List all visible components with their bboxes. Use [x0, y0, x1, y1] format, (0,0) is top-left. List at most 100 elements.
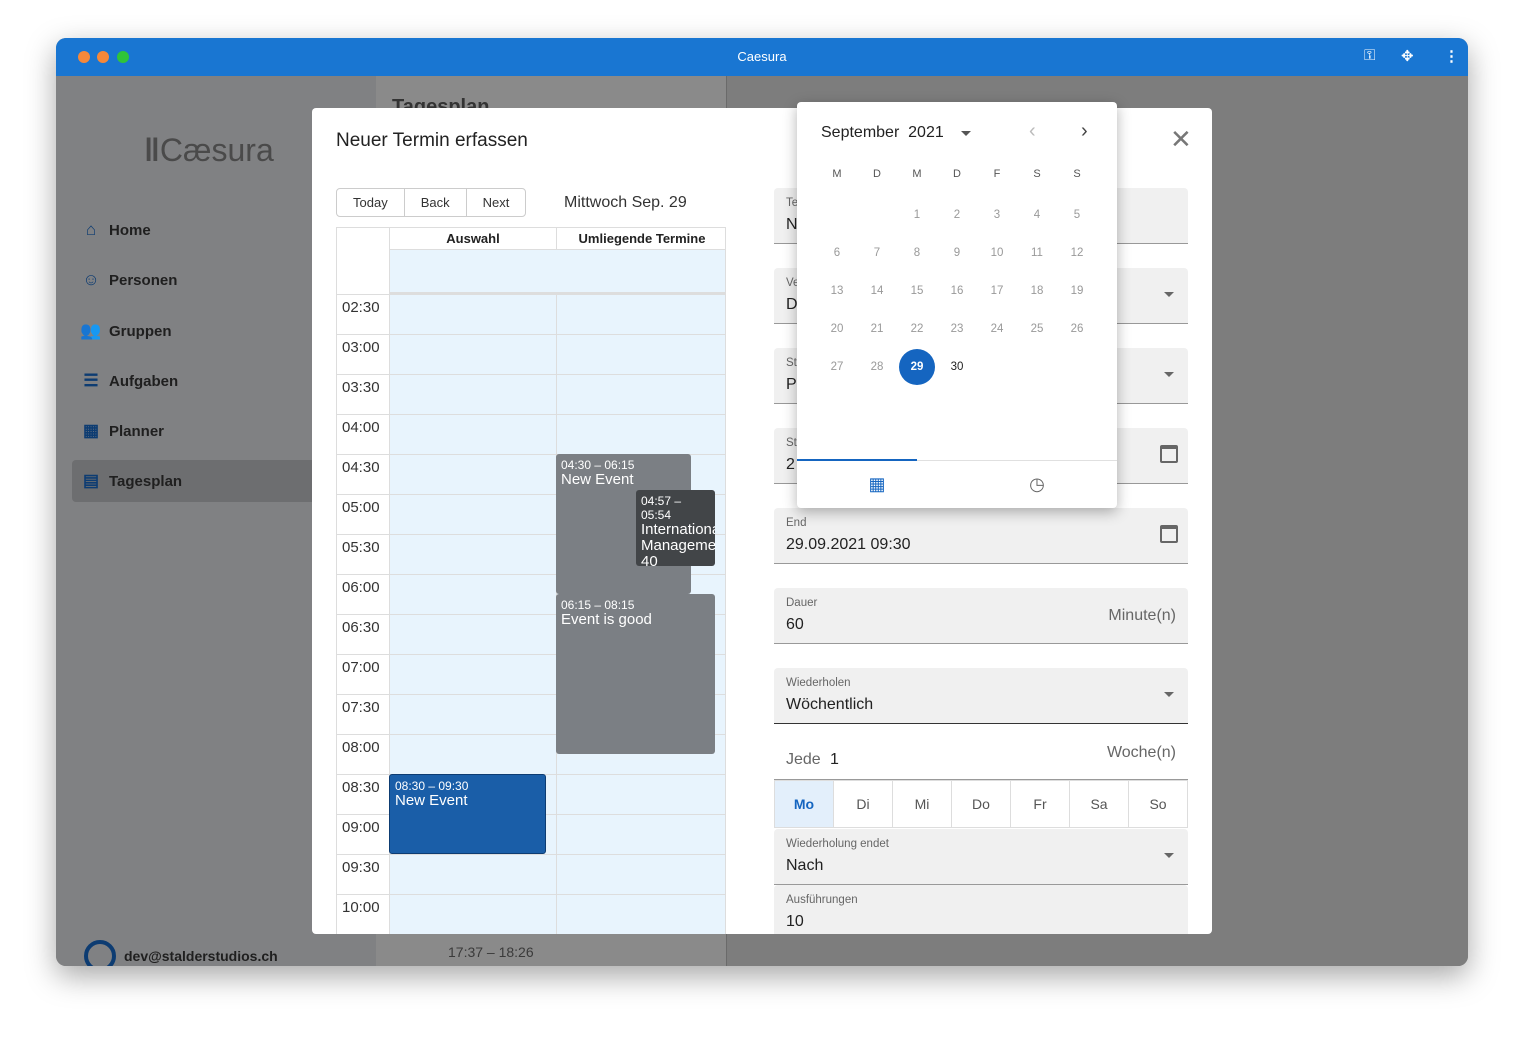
weekday-toggle-fr[interactable]: Fr	[1011, 781, 1070, 827]
calendar-icon[interactable]	[1160, 525, 1178, 543]
weekday-toggle-mi[interactable]: Mi	[893, 781, 952, 827]
field-value: Wöchentlich	[786, 696, 874, 713]
jede-field[interactable]: Jede 1 Woche(n)	[774, 725, 1188, 780]
calendar-event[interactable]: 08:30 – 09:30 New Event	[389, 774, 546, 854]
day-cell[interactable]: 3	[979, 197, 1015, 233]
event-time: 04:30 – 06:15	[561, 458, 635, 472]
field-label: Wiederholung endet	[786, 838, 889, 850]
slot-auswahl[interactable]	[389, 735, 556, 775]
more-vert-icon[interactable]: ⋮	[1444, 47, 1459, 65]
day-cell[interactable]: 8	[899, 235, 935, 271]
event-name: New Event	[395, 792, 468, 809]
day-cell[interactable]: 15	[899, 273, 935, 309]
slot-auswahl[interactable]	[389, 895, 556, 934]
all-day-row[interactable]	[389, 250, 725, 294]
sidebar-item-label: Personen	[109, 271, 178, 289]
weekday-toggle-sa[interactable]: Sa	[1070, 781, 1129, 827]
end-field[interactable]: End 29.09.2021 09:30	[774, 508, 1188, 564]
close-icon[interactable]: ✕	[1170, 124, 1192, 155]
list-icon: ▤	[82, 471, 100, 490]
time-label: 09:00	[342, 819, 380, 836]
slot-umliegende[interactable]	[556, 775, 725, 815]
time-label: 03:00	[342, 339, 380, 356]
day-cell[interactable]: 30	[939, 349, 975, 385]
slot-umliegende[interactable]	[556, 895, 725, 934]
day-cell[interactable]: 9	[939, 235, 975, 271]
slot-auswahl[interactable]	[389, 575, 556, 615]
day-cell[interactable]: 27	[819, 349, 855, 385]
wiederholen-select[interactable]: Wiederholen Wöchentlich	[774, 668, 1188, 724]
day-cell[interactable]: 13	[819, 273, 855, 309]
today-button[interactable]: Today	[337, 189, 405, 216]
slot-umliegende[interactable]	[556, 335, 725, 375]
dauer-field[interactable]: Dauer 60 Minute(n)	[774, 588, 1188, 644]
sidebar-item-label: Aufgaben	[109, 372, 179, 390]
slot-auswahl[interactable]	[389, 335, 556, 375]
day-cell[interactable]: 28	[859, 349, 895, 385]
slot-umliegende[interactable]	[556, 815, 725, 855]
key-icon[interactable]: ⚿	[1364, 47, 1375, 64]
weekday-toggle-do[interactable]: Do	[952, 781, 1011, 827]
time-tab-clock-icon[interactable]: ◷	[957, 460, 1117, 508]
day-cell[interactable]: 18	[1019, 273, 1055, 309]
slot-auswahl[interactable]	[389, 495, 556, 535]
back-button[interactable]: Back	[405, 189, 467, 216]
day-cell[interactable]: 6	[819, 235, 855, 271]
calendar-event[interactable]: 04:57 – 05:54International Management 40	[636, 490, 715, 566]
ausfuehrungen-field[interactable]: Ausführungen 10	[774, 885, 1188, 934]
field-value: N	[786, 216, 798, 233]
prev-month-icon[interactable]: ‹	[1029, 120, 1036, 143]
slot-umliegende[interactable]	[556, 295, 725, 335]
day-cell[interactable]: 11	[1019, 235, 1055, 271]
slot-auswahl[interactable]	[389, 535, 556, 575]
weekday-header: M	[832, 168, 842, 180]
slot-auswahl[interactable]	[389, 855, 556, 895]
puzzle-icon[interactable]: ✥	[1401, 47, 1414, 65]
user-account[interactable]: dev@stalderstudios.ch	[84, 940, 278, 966]
day-cell[interactable]: 2	[939, 197, 975, 233]
day-cell[interactable]: 14	[859, 273, 895, 309]
weekday-toggle-mo[interactable]: Mo	[775, 781, 834, 827]
slot-auswahl[interactable]	[389, 655, 556, 695]
day-cell[interactable]: 4	[1019, 197, 1055, 233]
calendar-icon[interactable]	[1160, 445, 1178, 463]
wiederholung-endet-select[interactable]: Wiederholung endet Nach	[774, 829, 1188, 885]
month-year-selector[interactable]: September 2021	[821, 124, 944, 142]
weekday-toggle-di[interactable]: Di	[834, 781, 893, 827]
day-cell[interactable]: 20	[819, 311, 855, 347]
next-month-icon[interactable]: ›	[1081, 120, 1088, 143]
day-cell[interactable]: 10	[979, 235, 1015, 271]
dropdown-arrow-icon[interactable]	[961, 131, 971, 136]
slot-auswahl[interactable]	[389, 375, 556, 415]
slot-umliegende[interactable]	[556, 375, 725, 415]
slot-auswahl[interactable]	[389, 615, 556, 655]
day-cell[interactable]: 16	[939, 273, 975, 309]
next-button[interactable]: Next	[467, 189, 526, 216]
day-cell[interactable]: 7	[859, 235, 895, 271]
calendar-event[interactable]: 06:15 – 08:15 Event is good	[556, 594, 715, 754]
slot-auswahl[interactable]	[389, 695, 556, 735]
day-cell[interactable]: 24	[979, 311, 1015, 347]
slot-umliegende[interactable]	[556, 855, 725, 895]
weekday-toggle-so[interactable]: So	[1129, 781, 1187, 827]
day-cell[interactable]: 19	[1059, 273, 1095, 309]
date-tab-calendar-icon[interactable]: ▦	[797, 460, 957, 508]
slot-auswahl[interactable]	[389, 295, 556, 335]
event-name: Event is good	[561, 611, 652, 628]
window-title: Caesura	[737, 49, 787, 64]
day-cell[interactable]: 23	[939, 311, 975, 347]
day-cell[interactable]: 25	[1019, 311, 1055, 347]
sidebar-item-label: Home	[109, 221, 151, 239]
slot-auswahl[interactable]	[389, 415, 556, 455]
day-cell[interactable]: 1	[899, 197, 935, 233]
day-cell[interactable]: 12	[1059, 235, 1095, 271]
day-cell[interactable]: 21	[859, 311, 895, 347]
day-cell[interactable]: 22	[899, 311, 935, 347]
day-cell[interactable]: 5	[1059, 197, 1095, 233]
day-cell[interactable]: 17	[979, 273, 1015, 309]
day-cell[interactable]: 26	[1059, 311, 1095, 347]
selected-day[interactable]: 29	[899, 349, 935, 385]
slot-umliegende[interactable]	[556, 415, 725, 455]
slot-auswahl[interactable]	[389, 455, 556, 495]
field-suffix: Woche(n)	[1106, 744, 1176, 761]
